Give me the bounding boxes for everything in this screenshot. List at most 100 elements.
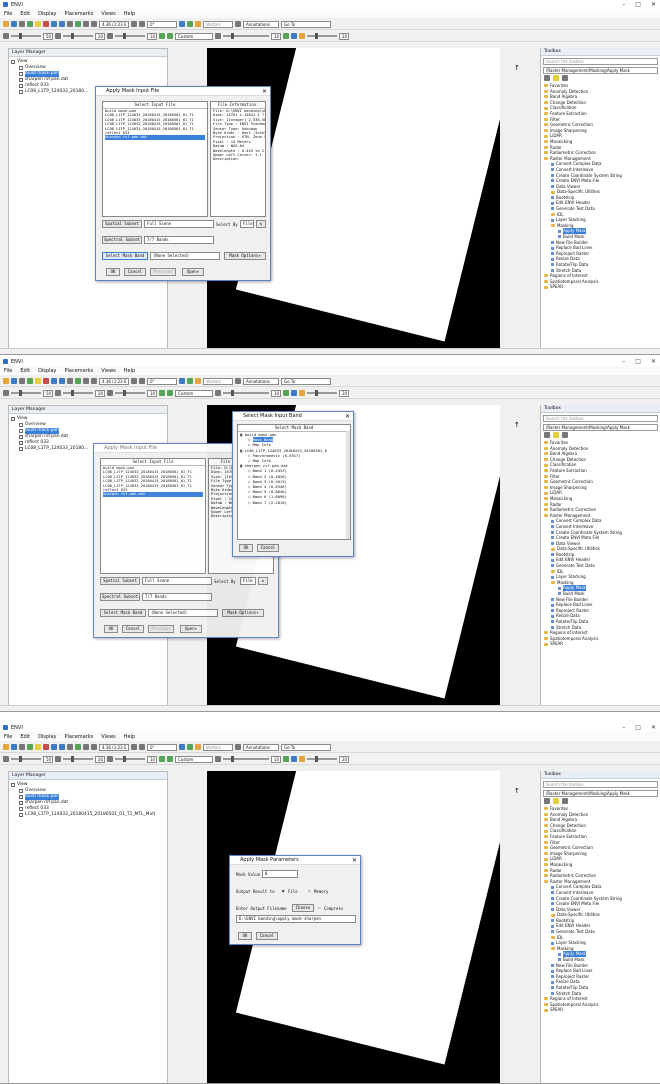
transparency-value[interactable]: 10 [271,389,281,397]
toolbox-item[interactable]: SPEAR [544,284,657,290]
select-mask-band-button[interactable]: Select Mask Band [100,609,146,617]
refresh-icon[interactable] [562,75,568,81]
vectors-combo[interactable]: Vectors [203,743,233,751]
ok-button[interactable]: OK [239,544,253,552]
band-tree-item[interactable]: ○ Band 7 (2.2010) [240,500,348,505]
menu-edit[interactable]: Edit [20,368,30,374]
menu-file[interactable]: File [4,368,12,374]
menu-help[interactable]: Help [124,11,135,17]
fixed-zoom-icon[interactable] [91,378,97,384]
spectral-subset-button[interactable]: Spectral Subset [102,236,142,244]
brightness-value[interactable]: 50 [43,389,53,397]
menu-edit[interactable]: Edit [20,11,30,17]
spectral-subset-button[interactable]: Spectral Subset [100,593,140,601]
sort-icon[interactable]: ⇅ [256,220,266,228]
crosshair-icon[interactable] [179,21,185,27]
zoom-in-icon[interactable] [51,21,57,27]
refresh-icon[interactable] [562,798,568,804]
annotations-combo[interactable]: Annotations [243,20,279,28]
contrast-slider[interactable] [63,33,93,39]
layer-checkbox[interactable] [19,813,23,817]
close-icon[interactable]: ✕ [651,724,656,731]
zoom-in-icon[interactable] [51,378,57,384]
open-button[interactable]: Open▾ [180,625,202,633]
blend-icon[interactable] [299,33,305,39]
rotation-combo[interactable]: 0° [147,743,177,751]
flicker-icon[interactable] [291,33,297,39]
contrast-slider[interactable] [63,756,93,762]
data-manager-icon[interactable] [27,378,33,384]
toolbox-item[interactable]: SPEAR [544,1007,657,1013]
pin-icon[interactable] [43,378,49,384]
menu-views[interactable]: Views [101,11,115,17]
minimize-icon[interactable]: – [622,358,625,365]
rotate-icon[interactable] [75,378,81,384]
file-radio[interactable]: ◉ [282,888,284,893]
stretch-combo[interactable]: Custom [175,755,213,763]
menu-help[interactable]: Help [124,734,135,740]
menu-placemarks[interactable]: Placemarks [65,734,94,740]
sharpen-value[interactable]: 10 [147,755,157,763]
layer-checkbox[interactable] [11,783,15,787]
select-icon[interactable] [35,744,41,750]
contrast-value[interactable]: 20 [95,755,105,763]
goto-combo[interactable]: Go To [281,20,331,28]
sharpen-slider[interactable] [115,756,145,762]
open-button[interactable]: Open▾ [182,268,204,276]
cancel-button[interactable]: Cancel [256,932,278,940]
stretch-combo[interactable]: Custom [175,32,213,40]
previous-button[interactable]: Previous [150,268,176,276]
fixed-zoom-icon[interactable] [91,21,97,27]
rotate-left-icon[interactable] [131,378,137,384]
layer-checkbox[interactable] [11,417,15,421]
select-mask-band-button[interactable]: Select Mask Band [102,252,148,260]
pan-icon[interactable] [67,21,73,27]
print-icon[interactable] [19,744,25,750]
layer-checkbox[interactable] [19,789,23,793]
maximize-icon[interactable]: □ [635,1,641,8]
open-icon[interactable] [3,378,9,384]
swipe-icon[interactable] [283,390,289,396]
select-icon[interactable] [35,378,41,384]
transparency-value[interactable]: 10 [271,755,281,763]
menu-file[interactable]: File [4,11,12,17]
blend-value[interactable]: 20 [339,389,349,397]
blend-icon[interactable] [299,756,305,762]
rotate-right-icon[interactable] [139,21,145,27]
contrast-value[interactable]: 20 [95,32,105,40]
zoom-out-icon[interactable] [59,21,65,27]
contrast-value[interactable]: 20 [95,389,105,397]
toolbox-item[interactable]: SPEAR [544,641,657,647]
crosshair-icon[interactable] [179,744,185,750]
fixed-zoom-icon[interactable] [91,744,97,750]
contrast-slider[interactable] [63,390,93,396]
close-icon[interactable]: ✕ [651,358,656,365]
layer-checkbox[interactable] [11,60,15,64]
flicker-icon[interactable] [291,390,297,396]
annotation-icon[interactable] [235,21,241,27]
spatial-subset-button[interactable]: Spatial Subset [102,220,142,228]
blend-slider[interactable] [307,33,337,39]
brightness-slider[interactable] [11,390,41,396]
open-icon[interactable] [3,744,9,750]
sort-icon[interactable]: ⇅ [258,577,268,585]
file-list-item[interactable]: LC08_L1TP_124033_20180415_20180501_01_T1 [105,122,205,126]
menu-views[interactable]: Views [101,368,115,374]
zoom-combo[interactable]: 4.36 (1:23 E [99,377,129,385]
close-icon[interactable]: ✕ [352,856,357,865]
goto-combo[interactable]: Go To [281,743,331,751]
stretch-combo[interactable]: Custom [175,389,213,397]
folder-icon[interactable] [553,798,559,804]
cursor-value-icon[interactable] [187,378,193,384]
histogram-icon[interactable] [167,390,173,396]
zoom-in-icon[interactable] [51,744,57,750]
select-by-value[interactable]: File [240,220,254,228]
goto-combo[interactable]: Go To [281,377,331,385]
sharpen-value[interactable]: 10 [147,32,157,40]
pin-icon[interactable] [43,744,49,750]
toolbox-search-input[interactable]: Search the toolbox [543,58,658,65]
save-icon[interactable] [11,744,17,750]
layer-checkbox[interactable] [19,66,23,70]
close-icon[interactable]: ✕ [651,1,656,8]
file-list-item[interactable]: sharpen rsf-pan.dat [105,135,205,140]
